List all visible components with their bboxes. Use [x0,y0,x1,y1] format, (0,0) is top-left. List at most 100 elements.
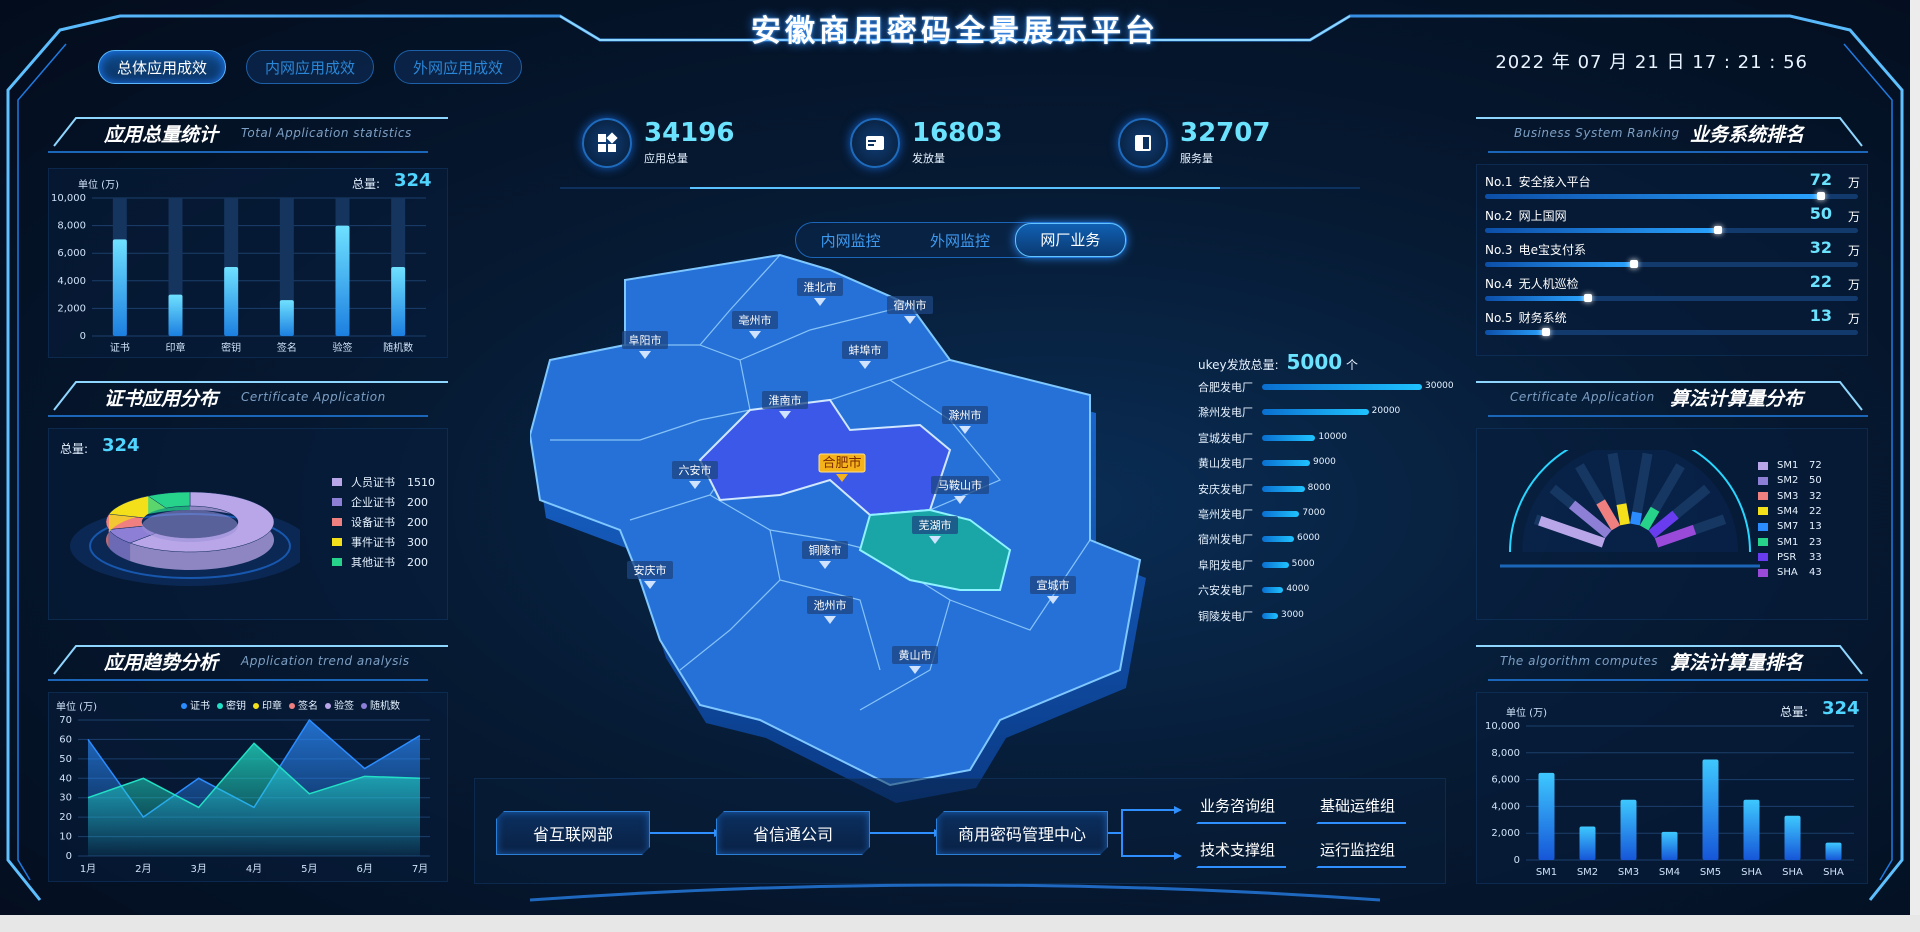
flow-box-internet-dept: 省互联网部 [496,811,650,855]
city-label[interactable]: 合肥市 [822,455,861,471]
tab-overall[interactable]: 总体应用成效 [98,50,226,84]
y-tick-label: 8,000 [57,221,86,232]
ukey-row-value: 3000 [1281,609,1304,620]
cert-donut-chart [70,491,300,586]
panel-subtitle: Business System Ranking [1514,126,1680,140]
ukey-row-label: 六安发电厂 [1198,584,1253,598]
panel-biz-rank: Business System Ranking 业务系统排名 [1476,112,1868,156]
city-label[interactable]: 宣城市 [1037,578,1070,592]
x-tick-label: 密钥 [221,341,241,354]
city-label[interactable]: 淮北市 [804,280,837,294]
panel-title: 证书应用分布 [104,388,219,410]
ukey-row-label: 阜阳发电厂 [1198,558,1253,572]
x-tick-label: 验签 [333,341,353,354]
algo-gauge-chart [1500,450,1760,568]
x-tick-label: 5月 [301,863,317,875]
legend-swatch [332,558,342,566]
horizontal-scrollbar[interactable] [0,915,1920,932]
legend-value: 50 [1809,475,1822,487]
rank-knob [1541,328,1550,336]
x-tick-label: 3月 [190,863,206,875]
legend-value: 1510 [407,475,435,489]
rank-value: 50 [1809,204,1832,223]
rank-unit: 万 [1847,312,1860,326]
rank-knob [1816,192,1825,200]
tab-extranet[interactable]: 外网应用成效 [394,50,522,84]
x-tick-label: 1月 [80,863,96,875]
card-icon [850,118,900,168]
legend-swatch [1758,461,1768,470]
x-tick-label: SHA [1782,867,1803,878]
ukey-row-label: 安庆发电厂 [1198,482,1253,496]
bar [1743,799,1760,860]
city-label[interactable]: 六安市 [679,463,712,477]
panel-header: 应用总量统计 Total Application statistics [48,112,448,156]
city-label[interactable]: 芜湖市 [919,518,952,532]
city-label[interactable]: 安庆市 [634,563,667,577]
legend-label: 企业证书 [351,496,395,509]
ukey-unit: 个 [1345,358,1358,372]
rank-fill [1485,330,1546,335]
vertical-scrollbar[interactable] [1910,0,1920,915]
city-label[interactable]: 铜陵市 [809,543,842,557]
city-label[interactable]: 淮南市 [769,393,802,407]
page-title: 安徽商用密码全景展示平台 [751,14,1159,49]
rank-value: 13 [1809,306,1832,325]
city-label[interactable]: 池州市 [814,598,847,612]
legend-label: PSR [1777,551,1797,563]
legend-swatch [1758,568,1768,577]
ukey-row-value: 30000 [1425,381,1454,391]
panel-header: 应用趋势分析 Application trend analysis [48,640,448,684]
legend-dot [361,703,367,709]
legend-value: 200 [407,515,428,529]
legend-dot [217,703,223,709]
legend-label: 密钥 [226,699,246,712]
city-label[interactable]: 宿州市 [894,298,927,312]
panel-subtitle: Total Application statistics [241,126,412,140]
panel-title: 算法计算量分布 [1670,388,1804,410]
donut-hole [142,510,238,542]
legend-item: SHA 43 [1758,567,1822,578]
city-label[interactable]: 马鞍山市 [938,478,982,492]
tab-intranet[interactable]: 内网应用成效 [246,50,374,84]
ukey-row: 六安发电厂 4000 [1198,582,1448,600]
bar [1784,815,1801,860]
ukey-row-bar [1262,460,1310,467]
legend-value: 300 [407,535,428,549]
legend-item: SM7 13 [1758,521,1822,532]
city-label[interactable]: 黄山市 [899,648,932,662]
legend-swatch [332,518,342,526]
tab-intranet-monitor[interactable]: 内网监控 [796,230,905,251]
legend-item: SM1 72 [1758,460,1822,471]
panel-subtitle: Certificate Application [241,390,386,404]
gauge-bar [1630,511,1642,526]
flow-box-telecom-company: 省信通公司 [716,811,870,855]
legend-value: 33 [1809,551,1822,563]
top-tabs: 总体应用成效 内网应用成效 外网应用成效 [98,50,522,84]
rank-name: 无人机巡检 [1518,277,1579,291]
y-tick-label: 4,000 [1491,801,1520,812]
legend-label: SM3 [1777,490,1799,502]
legend-item: PSR 33 [1758,552,1822,563]
rank-knob [1714,226,1723,234]
rank-row: No.5 财务系统 13 万 [1485,306,1860,343]
rank-unit: 万 [1847,278,1860,292]
kpi-app-total: 34196 应用总量 [582,118,734,168]
ukey-row-bar [1262,485,1305,492]
panel-title: 应用总量统计 [104,124,219,146]
ukey-row-value: 10000 [1318,431,1347,442]
bar [1702,759,1719,860]
ukey-row-value: 4000 [1286,584,1310,595]
x-tick-label: 2月 [135,863,151,875]
city-label[interactable]: 亳州市 [739,313,772,327]
city-label[interactable]: 滁州市 [949,408,982,422]
book-icon [1118,118,1168,168]
y-tick-label: 70 [59,715,72,726]
kpi-value: 34196 [644,118,735,148]
tab-extranet-monitor[interactable]: 外网监控 [905,230,1014,251]
city-label[interactable]: 蚌埠市 [849,343,882,357]
x-tick-label: 6月 [356,863,372,875]
group-ops: 基础运维组 [1320,797,1396,815]
legend-swatch [1758,522,1768,531]
city-label[interactable]: 阜阳市 [629,333,662,347]
